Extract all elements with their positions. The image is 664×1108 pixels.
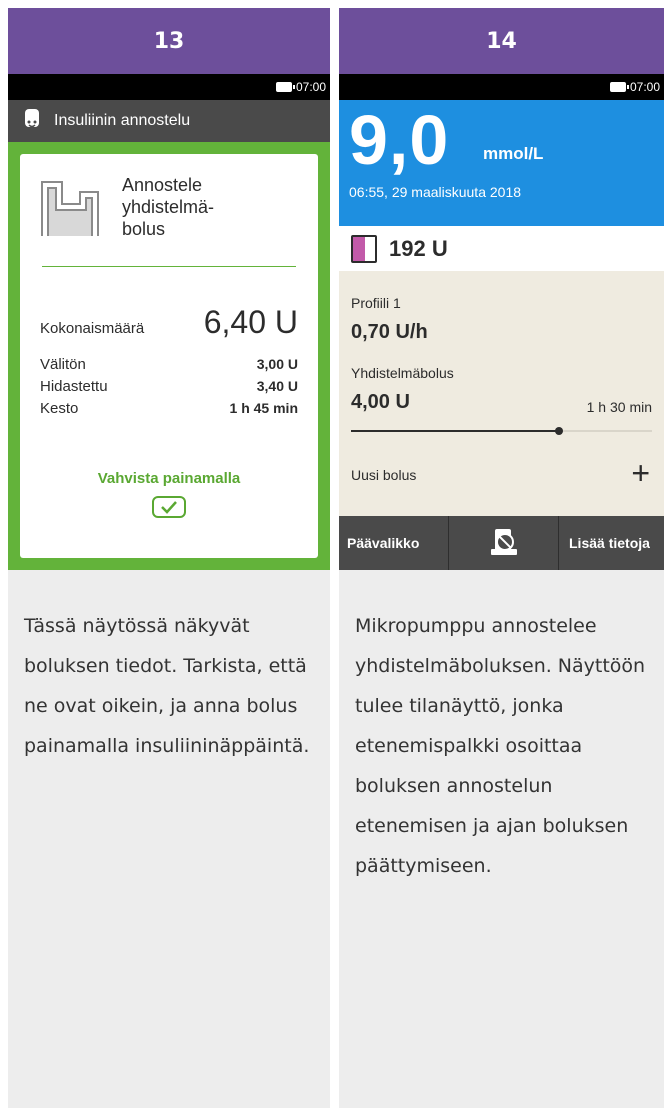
main-menu-button[interactable]: Päävalikko (339, 516, 449, 570)
bolus-type: Yhdistelmäbolus (351, 365, 454, 381)
pump-icon (22, 108, 42, 135)
total-row: Kokonaismäärä 6,40 U (40, 304, 298, 341)
step-13-panel: 13 07:00 Insuliinin annostelu Annostele … (8, 8, 330, 1108)
pump-screen-14: 07:00 9,0 mmol/L 06:55, 29 maaliskuuta 2… (339, 74, 664, 570)
basal-rate: 0,70 U/h (351, 321, 428, 343)
stop-pump-icon (489, 527, 519, 560)
battery-icon (609, 82, 629, 92)
glucose-panel[interactable]: 9,0 mmol/L 06:55, 29 maaliskuuta 2018 (339, 100, 664, 226)
detail-label: Kesto (40, 400, 79, 417)
total-label: Kokonaismäärä (40, 320, 145, 337)
multiwave-bolus-icon (40, 180, 102, 243)
total-value: 6,40 U (203, 304, 298, 340)
card-heading: Annostele yhdistelmä- bolus (122, 175, 215, 239)
detail-row-extended: Hidastettu 3,40 U (40, 378, 298, 395)
check-icon[interactable] (152, 496, 186, 518)
clock: 07:00 (295, 80, 326, 94)
step-description: Tässä näytössä näkyvät boluksen tiedot. … (24, 615, 310, 757)
screen-title: Insuliinin annostelu (54, 112, 191, 129)
detail-value: 3,00 U (256, 356, 298, 372)
reservoir-icon (351, 234, 377, 263)
progress-fill (351, 430, 559, 432)
screen-title-bar: Insuliinin annostelu (8, 100, 330, 142)
glucose-unit: mmol/L (483, 144, 544, 163)
new-bolus-label[interactable]: Uusi bolus (351, 467, 416, 483)
status-area: Profiili 1 0,70 U/h Yhdistelmäbolus 4,00… (339, 271, 664, 516)
detail-label: Hidastettu (40, 378, 108, 395)
step-14-panel: 14 07:00 9,0 mmol/L 06:55, 29 maaliskuut… (339, 8, 664, 1108)
reservoir-value: 192 U (389, 235, 448, 261)
divider (42, 266, 296, 267)
confirm-background: Annostele yhdistelmä- bolus Kokonaismäär… (8, 142, 330, 570)
bottom-bar: Päävalikko Lisää tietoja (339, 516, 664, 570)
more-info-button[interactable]: Lisää tietoja (559, 516, 664, 570)
detail-value: 1 h 45 min (229, 400, 298, 416)
bolus-summary-card: Annostele yhdistelmä- bolus Kokonaismäär… (20, 154, 318, 558)
clock: 07:00 (629, 80, 660, 94)
glucose-value: 9,0 (349, 101, 450, 179)
step-description: Mikropumppu annostelee yhdistelmäbolukse… (355, 615, 646, 877)
plus-icon[interactable]: + (631, 457, 650, 489)
stop-pump-button[interactable] (449, 516, 559, 570)
bolus-progress-bar (351, 427, 652, 435)
detail-row-immediate: Välitön 3,00 U (40, 356, 298, 373)
reservoir-row: 192 U (339, 226, 664, 271)
confirm-prompt: Vahvista painamalla (97, 470, 241, 487)
step-number: 13 (8, 8, 330, 74)
profile-name: Profiili 1 (351, 295, 401, 311)
step-number: 14 (339, 8, 664, 74)
bolus-remaining-time: 1 h 30 min (586, 399, 652, 415)
bolus-amount: 4,00 U (351, 391, 410, 413)
pump-screen-13: 07:00 Insuliinin annostelu Annostele yhd… (8, 74, 330, 570)
status-bar: 07:00 (8, 74, 330, 100)
progress-knob (554, 427, 563, 435)
detail-label: Välitön (40, 356, 86, 373)
detail-value: 3,40 U (256, 378, 298, 394)
status-bar: 07:00 (339, 74, 664, 100)
detail-row-duration: Kesto 1 h 45 min (40, 400, 298, 417)
battery-icon (275, 82, 295, 92)
glucose-timestamp: 06:55, 29 maaliskuuta 2018 (349, 184, 522, 200)
